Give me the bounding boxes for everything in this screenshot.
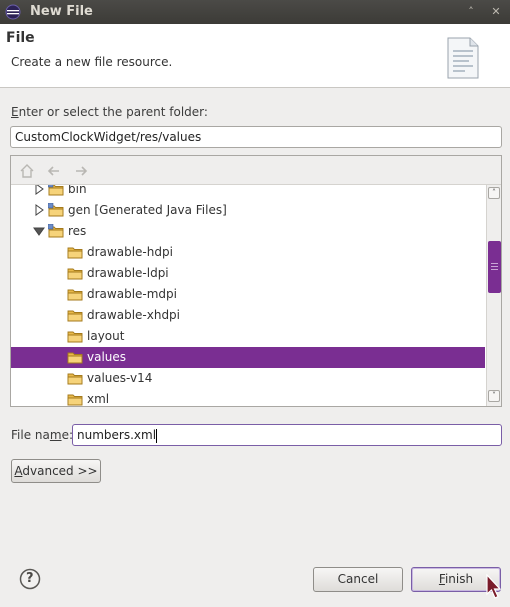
close-button[interactable]: ✕ (487, 3, 505, 21)
folder-icon (67, 394, 83, 406)
source-folder-icon (48, 203, 64, 217)
file-name-label: File name: (11, 428, 73, 442)
new-file-icon (447, 37, 479, 79)
tree-row[interactable]: drawable-ldpi (11, 263, 485, 284)
forward-arrow-icon[interactable] (73, 163, 89, 179)
scroll-thumb[interactable] (488, 241, 501, 293)
collapsed-triangle-icon[interactable] (33, 185, 45, 195)
window-title: New File (30, 4, 93, 19)
tree-row-label: xml (87, 392, 110, 406)
advanced-button[interactable]: Advanced >> (11, 459, 101, 483)
tree-row-label: drawable-ldpi (87, 266, 169, 280)
grip-icon (491, 263, 498, 271)
folder-icon (67, 310, 83, 322)
wizard-header: File Create a new file resource. (0, 24, 510, 88)
folder-icon (67, 268, 83, 280)
tree-scrollbar[interactable]: ˄ ˅ (486, 185, 501, 406)
collapsed-triangle-icon[interactable] (33, 204, 45, 216)
tree-row-label: drawable-mdpi (87, 287, 177, 301)
folder-tree-panel: bin gen [Generated Java Files] res drawable… (10, 155, 502, 407)
tree-row-label: values (87, 350, 127, 364)
source-folder-icon (48, 185, 64, 196)
tree-row-label: drawable-hdpi (87, 245, 173, 259)
text-cursor (156, 428, 158, 443)
file-name-value: numbers.xml (77, 428, 157, 442)
parent-folder-label: Enter or select the parent folder: (11, 105, 208, 119)
tree-row-label: bin (68, 185, 87, 196)
folder-icon (67, 247, 83, 259)
tree-row-label: values-v14 (87, 371, 153, 385)
tree-row-label: res (68, 224, 87, 238)
file-name-input[interactable]: numbers.xml (72, 424, 502, 446)
tree-row-label: drawable-xhdpi (87, 308, 181, 322)
folder-tree[interactable]: bin gen [Generated Java Files] res drawable… (11, 185, 485, 406)
source-folder-icon (48, 224, 64, 238)
folder-icon (67, 331, 83, 343)
cancel-button[interactable]: Cancel (313, 567, 403, 592)
tree-row[interactable]: res (11, 221, 485, 242)
tree-row[interactable]: layout (11, 326, 485, 347)
tree-toolbar (11, 156, 501, 185)
folder-icon (67, 373, 83, 385)
tree-row[interactable]: drawable-hdpi (11, 242, 485, 263)
eclipse-app-icon (5, 4, 21, 20)
folder-icon (67, 352, 83, 364)
tree-row-label: gen [Generated Java Files] (68, 203, 227, 217)
folder-icon (67, 289, 83, 301)
minimize-button[interactable]: ˄ (462, 3, 480, 21)
title-bar: New File ˄ ✕ (0, 0, 510, 24)
tree-row[interactable]: drawable-mdpi (11, 284, 485, 305)
scroll-down-arrow[interactable]: ˅ (488, 390, 500, 402)
tree-row[interactable]: values-v14 (11, 368, 485, 389)
tree-row[interactable]: drawable-xhdpi (11, 305, 485, 326)
page-description: Create a new file resource. (11, 55, 173, 69)
back-arrow-icon[interactable] (46, 163, 62, 179)
mouse-pointer-icon (486, 574, 502, 599)
tree-row[interactable]: xml (11, 389, 485, 406)
parent-folder-input[interactable]: CustomClockWidget/res/values (10, 126, 502, 148)
tree-row-label: layout (87, 329, 125, 343)
tree-row[interactable]: bin (11, 185, 485, 200)
tree-row[interactable]: values (11, 347, 485, 368)
scroll-up-arrow[interactable]: ˄ (488, 187, 500, 199)
expanded-triangle-icon[interactable] (33, 225, 45, 237)
home-icon[interactable] (19, 163, 35, 179)
tree-row[interactable]: gen [Generated Java Files] (11, 200, 485, 221)
help-glyph: ? (26, 571, 34, 586)
page-title: File (6, 30, 35, 46)
